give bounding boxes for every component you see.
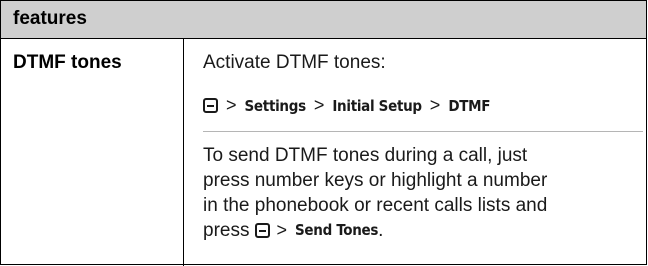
intro-text: Activate DTMF tones:: [203, 52, 386, 73]
menu-path: > Settings > Initial Setup > DTMF: [203, 95, 490, 116]
table-header: features: [1, 1, 646, 39]
description-line-last: press > Send Tones .: [203, 218, 643, 243]
description-text: To send DTMF tones during a call, just p…: [203, 143, 643, 243]
section-rule: [203, 131, 643, 132]
column-divider: [183, 39, 184, 266]
path-separator: >: [313, 95, 325, 115]
feature-name: DTMF tones: [13, 52, 122, 73]
description-line: in the phonebook or recent calls lists a…: [203, 195, 548, 216]
description-prefix: press: [203, 220, 250, 241]
header-title: features: [13, 8, 87, 29]
path-separator: >: [226, 95, 237, 115]
path-item-settings: Settings: [244, 96, 307, 115]
path-separator: >: [276, 220, 287, 240]
path-item-dtmf: DTMF: [448, 96, 491, 115]
path-separator: >: [429, 95, 441, 115]
description-line: press number keys or highlight a number: [203, 170, 548, 191]
description-line: To send DTMF tones during a call, just: [203, 145, 528, 166]
send-tones-action: Send Tones: [294, 221, 379, 239]
description-suffix: .: [378, 220, 384, 241]
feature-table: features DTMF tones Activate DTMF tones:…: [0, 0, 647, 266]
menu-key-icon: [203, 98, 218, 113]
path-item-initial-setup: Initial Setup: [332, 96, 422, 115]
menu-key-icon: [255, 223, 271, 238]
